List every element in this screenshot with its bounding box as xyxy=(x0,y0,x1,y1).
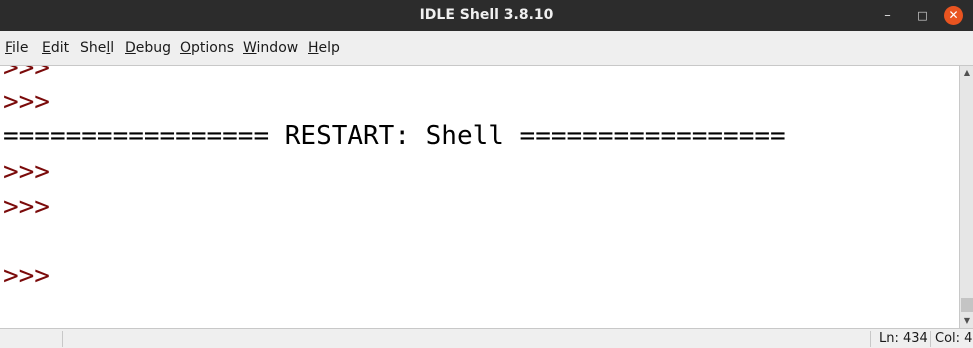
status-bar: Ln: 434 Col: 4 xyxy=(0,328,973,348)
shell-current-prompt: >>> xyxy=(3,261,50,291)
menu-options[interactable]: Options xyxy=(180,31,234,65)
maximize-icon[interactable]: □ xyxy=(913,6,932,25)
menu-window[interactable]: Window xyxy=(243,31,298,65)
menu-window-mnemonic: W xyxy=(243,40,257,56)
restart-banner: ================= RESTART: Shell =======… xyxy=(3,121,786,151)
title-bar[interactable]: IDLE Shell 3.8.10 – □ ✕ xyxy=(0,0,973,31)
shell-prompt-line: >>> xyxy=(3,157,50,187)
status-divider xyxy=(62,331,63,347)
menu-edit-label: dit xyxy=(50,40,70,56)
shell-prompt-line: >>> xyxy=(3,87,50,117)
menu-edit-mnemonic: E xyxy=(42,40,51,56)
menu-bar: File Edit Shell Debug Options Window Hel… xyxy=(0,31,973,66)
menu-debug-label: ebug xyxy=(135,40,172,56)
menu-file-mnemonic: F xyxy=(5,40,13,56)
menu-file-label: ile xyxy=(12,40,29,56)
vertical-scrollbar[interactable]: ▲ ▼ xyxy=(959,66,973,328)
menu-options-label: ptions xyxy=(191,40,235,56)
line-number-indicator: Ln: 434 xyxy=(879,331,928,346)
status-divider xyxy=(870,331,871,347)
menu-shell-label-start: She xyxy=(80,40,107,56)
menu-shell-label-end: l xyxy=(110,40,115,56)
menu-debug[interactable]: Debug xyxy=(125,31,171,65)
scroll-up-icon[interactable]: ▲ xyxy=(960,66,973,80)
menu-window-label: indow xyxy=(256,40,299,56)
menu-help-label: elp xyxy=(318,40,340,56)
idle-shell-window: IDLE Shell 3.8.10 – □ ✕ File Edit Shell … xyxy=(0,0,973,348)
column-number-indicator: Col: 4 xyxy=(935,331,973,346)
close-icon[interactable]: ✕ xyxy=(944,6,963,25)
shell-prompt-line: >>> xyxy=(3,192,50,222)
window-title: IDLE Shell 3.8.10 xyxy=(419,7,554,23)
menu-debug-mnemonic: D xyxy=(125,40,136,56)
menu-options-mnemonic: O xyxy=(180,40,192,56)
menu-shell[interactable]: Shell xyxy=(80,31,114,65)
menu-help-mnemonic: H xyxy=(308,40,319,56)
scroll-down-icon[interactable]: ▼ xyxy=(960,314,973,328)
minimize-icon[interactable]: – xyxy=(878,6,897,25)
menu-file[interactable]: File xyxy=(5,31,28,65)
scrollbar-thumb[interactable] xyxy=(961,298,973,312)
status-divider xyxy=(930,331,931,347)
menu-help[interactable]: Help xyxy=(308,31,340,65)
shell-prompt-line: >>> xyxy=(3,66,50,83)
shell-text-area[interactable]: >>> >>> ================= RESTART: Shell… xyxy=(0,66,959,328)
menu-edit[interactable]: Edit xyxy=(42,31,69,65)
